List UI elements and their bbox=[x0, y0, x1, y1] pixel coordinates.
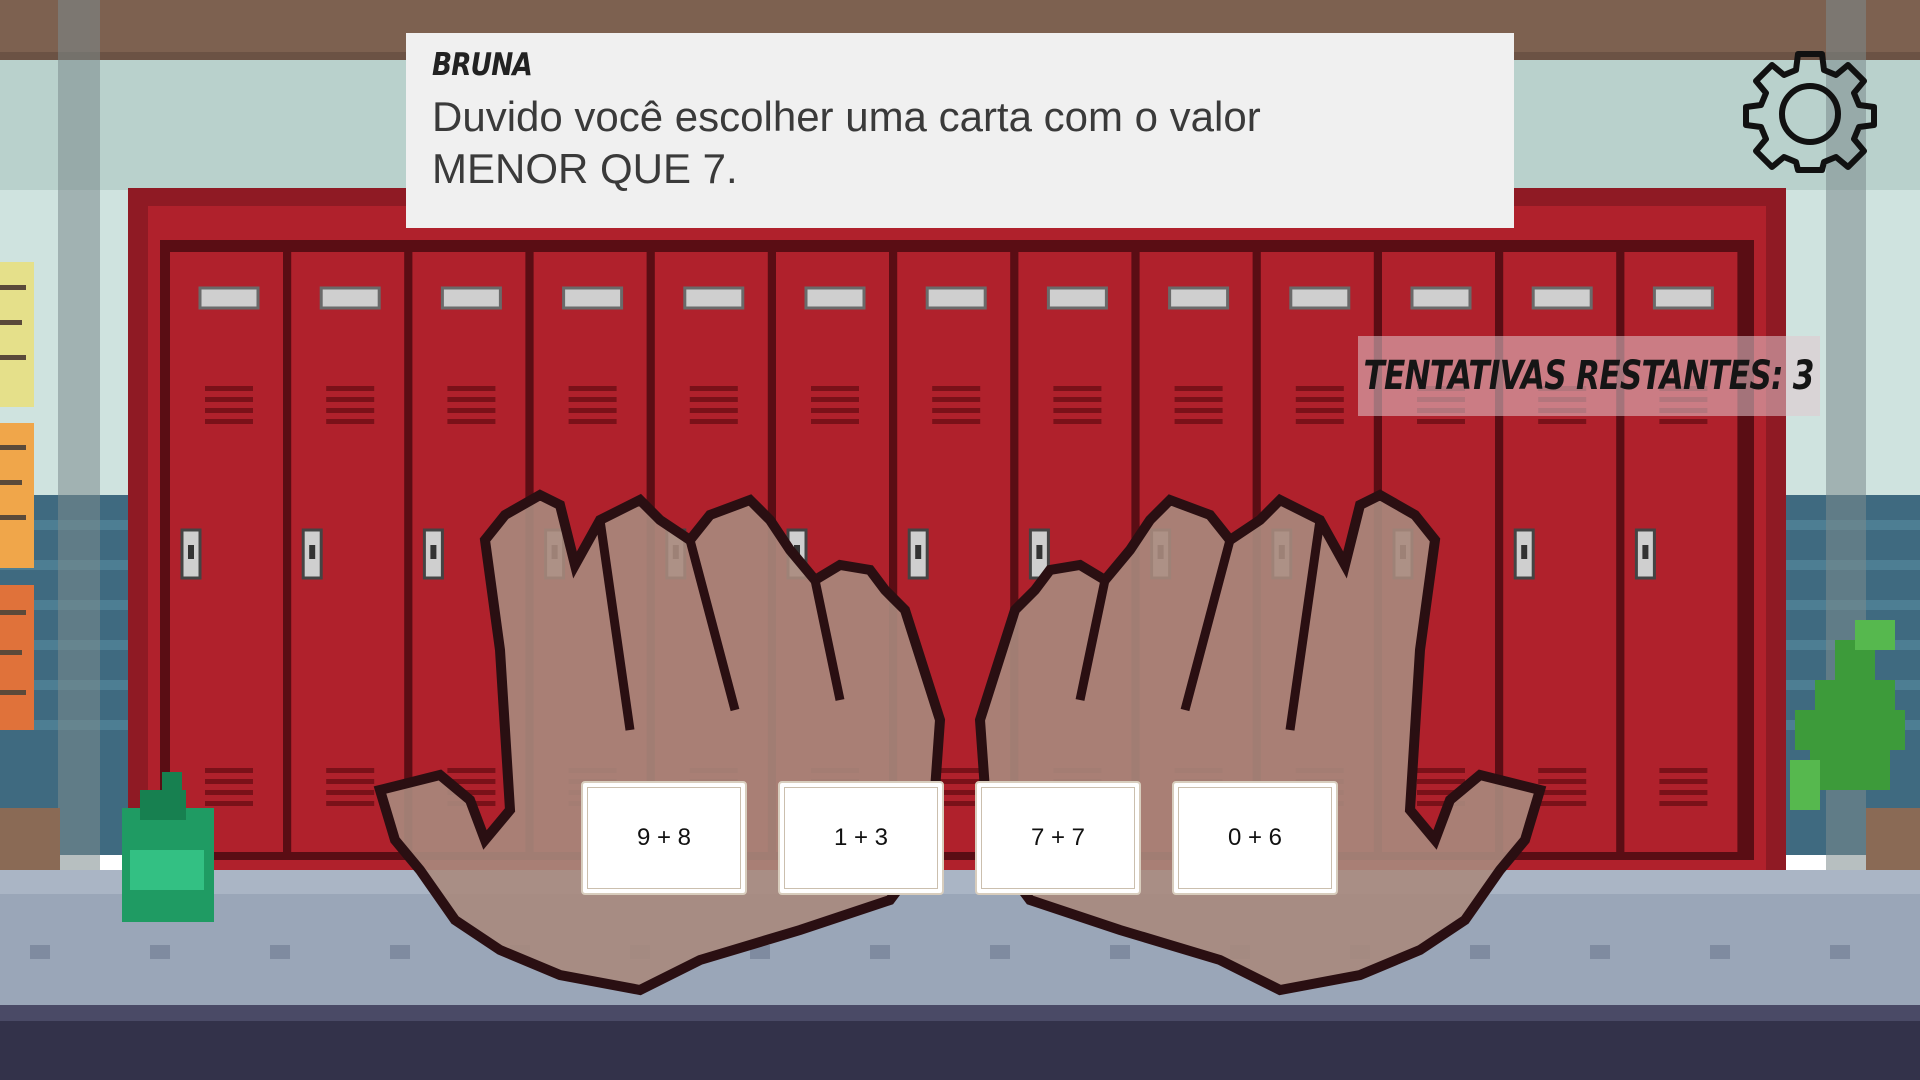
card-label: 1 + 3 bbox=[833, 824, 889, 851]
dialog-box: BRUNA Duvido você escolher uma carta com… bbox=[406, 33, 1514, 228]
attempts-text: TENTATIVAS RESTANTES: 3 bbox=[1363, 353, 1815, 399]
dialog-line-1: Duvido você escolher uma carta com o val… bbox=[432, 93, 1261, 140]
settings-button[interactable] bbox=[1740, 46, 1880, 176]
attempts-remaining: TENTATIVAS RESTANTES: 3 bbox=[1358, 336, 1820, 416]
card-label: 0 + 6 bbox=[1227, 824, 1283, 851]
dialog-text: Duvido você escolher uma carta com o val… bbox=[432, 91, 1488, 195]
card-label: 7 + 7 bbox=[1030, 824, 1086, 851]
card-label: 9 + 8 bbox=[636, 824, 692, 851]
card-2[interactable]: 1 + 3 bbox=[778, 781, 944, 895]
dialog-line-2: MENOR QUE 7. bbox=[432, 145, 738, 192]
speaker-name: BRUNA bbox=[432, 47, 533, 83]
game-scene: BRUNA Duvido você escolher uma carta com… bbox=[0, 0, 1920, 1080]
gear-icon bbox=[1743, 51, 1877, 173]
card-4[interactable]: 0 + 6 bbox=[1172, 781, 1338, 895]
card-1[interactable]: 9 + 8 bbox=[581, 781, 747, 895]
card-3[interactable]: 7 + 7 bbox=[975, 781, 1141, 895]
